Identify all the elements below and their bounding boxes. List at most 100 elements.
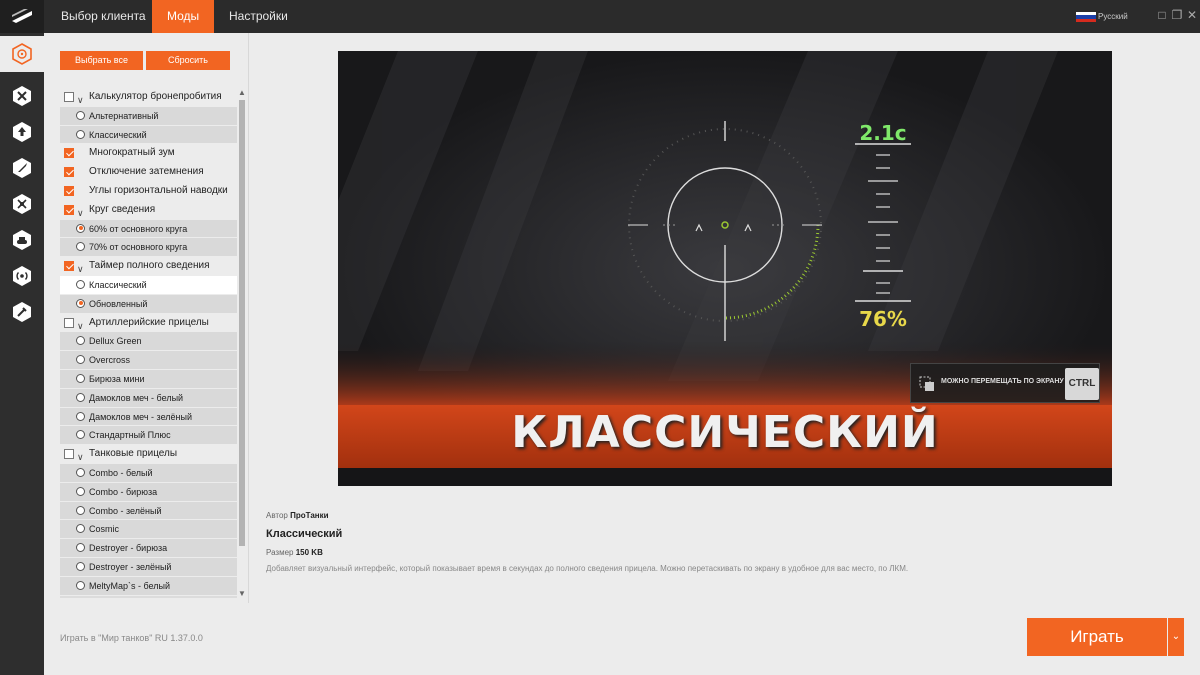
logo-icon: [12, 9, 32, 23]
play-dropdown-button[interactable]: ⌄: [1168, 618, 1184, 656]
mod-radio[interactable]: [76, 580, 85, 590]
mod-group[interactable]: Углы горизонтальной наводки: [60, 181, 237, 201]
rail-tank[interactable]: [0, 222, 44, 258]
timer-readout: 2.1с: [859, 121, 906, 145]
mod-option[interactable]: Классический: [60, 275, 237, 295]
mod-group[interactable]: Многократный зум: [60, 144, 237, 164]
close-icon[interactable]: ✕: [1185, 8, 1199, 22]
rail-repair[interactable]: [0, 186, 44, 222]
mod-checkbox[interactable]: [64, 148, 74, 159]
mod-option[interactable]: Альтернативный: [60, 106, 237, 126]
tab-client-select[interactable]: Выбор клиента: [46, 0, 161, 33]
tab-settings[interactable]: Настройки: [214, 0, 303, 33]
tab-mods[interactable]: Моды: [152, 0, 215, 33]
rail-rocket[interactable]: [0, 150, 44, 186]
mod-option[interactable]: Destroyer - бирюза: [60, 539, 237, 558]
play-button[interactable]: Играть: [1027, 618, 1167, 656]
mod-checkbox[interactable]: [64, 317, 74, 328]
top-bar: Выбор клиента Моды Настройки Русский □ ❐…: [0, 0, 1200, 33]
mod-label: Круг сведения: [89, 203, 156, 215]
mod-label: Дамоклов меч - зелёный: [89, 411, 193, 422]
mod-size: Размер 150 KB: [266, 548, 323, 557]
mod-option[interactable]: Бирюза мини: [60, 369, 237, 389]
mod-radio[interactable]: [76, 430, 85, 440]
mod-radio[interactable]: [76, 467, 85, 477]
mod-label: Combo - бирюза: [89, 486, 158, 497]
mod-radio[interactable]: [76, 242, 85, 252]
rail-crosshair[interactable]: [0, 36, 44, 72]
percent-readout: 76%: [859, 307, 907, 331]
mod-description: Добавляет визуальный интерфейс, который …: [266, 564, 909, 573]
mod-label: 60% от основного круга: [89, 223, 188, 234]
mod-group[interactable]: ∨ Артиллерийские прицелы: [60, 313, 237, 333]
mod-radio[interactable]: [76, 373, 85, 383]
mod-radio[interactable]: [76, 392, 85, 402]
mod-option[interactable]: Стандартный Плюс: [60, 426, 237, 446]
rail-wrench[interactable]: [0, 294, 44, 330]
mod-group[interactable]: ∨ Танковые прицелы: [60, 445, 237, 464]
mod-option[interactable]: Overcross: [60, 351, 237, 370]
mod-label: Артиллерийские прицелы: [89, 316, 209, 328]
mod-radio[interactable]: [76, 279, 85, 289]
minimize-icon[interactable]: □: [1155, 8, 1169, 22]
rail-upload[interactable]: [0, 114, 44, 150]
mod-checkbox[interactable]: [64, 92, 74, 102]
mod-checkbox[interactable]: [64, 185, 74, 196]
reset-button[interactable]: Сбросить: [146, 51, 230, 70]
mod-radio[interactable]: [76, 524, 85, 534]
mod-radio[interactable]: [76, 411, 85, 421]
mod-option[interactable]: Combo - зелёный: [60, 501, 237, 521]
flag-icon: [1076, 12, 1096, 22]
scroll-down-icon[interactable]: ▼: [237, 589, 247, 598]
mod-label: 70% от основного круга: [89, 242, 188, 253]
mod-radio[interactable]: [76, 336, 85, 346]
mod-option[interactable]: Combo - белый: [60, 463, 237, 483]
mod-label: Destroyer - зелёный: [89, 561, 172, 572]
mod-option[interactable]: Дамоклов меч - белый: [60, 388, 237, 408]
mod-checkbox[interactable]: [64, 204, 74, 215]
mod-option[interactable]: Combo - бирюза: [60, 482, 237, 502]
mod-option[interactable]: Обновленный: [60, 294, 237, 314]
mod-label: Классический: [89, 129, 147, 140]
move-icon: [919, 376, 934, 391]
mod-radio[interactable]: [76, 223, 85, 233]
mod-label: Отключение затемнения: [89, 166, 204, 178]
rail-tools[interactable]: [0, 78, 44, 114]
mod-group[interactable]: Отключение затемнения: [60, 163, 237, 182]
mod-group[interactable]: ∨ Круг сведения: [60, 200, 237, 220]
mods-scrollbar[interactable]: ▲ ▼: [237, 88, 247, 598]
mod-option[interactable]: Дамоклов меч - зелёный: [60, 407, 237, 427]
scroll-up-icon[interactable]: ▲: [237, 88, 247, 97]
mod-option[interactable]: Классический: [60, 125, 237, 145]
mod-option[interactable]: Destroyer - зелёный: [60, 557, 237, 577]
mod-radio[interactable]: [76, 355, 85, 365]
mod-checkbox[interactable]: [64, 449, 74, 460]
mods-list: ∨ Калькулятор бронепробития Альтернативный…: [60, 88, 237, 598]
mod-radio[interactable]: [76, 486, 85, 496]
restore-icon[interactable]: ❐: [1170, 8, 1184, 22]
mod-label: Углы горизонтальной наводки: [89, 184, 228, 196]
mod-option[interactable]: MeltyMap`s - белый: [60, 576, 237, 596]
radio-icon: [13, 266, 31, 286]
mod-option[interactable]: 60% от основного круга: [60, 219, 237, 239]
tools-icon: [13, 86, 31, 106]
mod-radio[interactable]: [76, 561, 85, 571]
mod-option[interactable]: 70% от основного круга: [60, 238, 237, 258]
mod-radio[interactable]: [76, 543, 85, 553]
rail-radio[interactable]: [0, 258, 44, 294]
select-all-button[interactable]: Выбрать все: [60, 51, 143, 70]
app-logo: [0, 0, 44, 33]
tank-icon: [13, 230, 31, 250]
mod-option[interactable]: Dellux Green: [60, 332, 237, 352]
mod-radio[interactable]: [76, 110, 85, 120]
mod-checkbox[interactable]: [64, 167, 74, 178]
mod-checkbox[interactable]: [64, 261, 74, 272]
mod-radio[interactable]: [76, 298, 85, 308]
preview-title: КЛАССИЧЕСКИЙ: [511, 407, 939, 458]
mod-radio[interactable]: [76, 129, 85, 139]
mod-radio[interactable]: [76, 505, 85, 515]
mod-group[interactable]: ∨ Калькулятор бронепробития: [60, 88, 237, 107]
mod-option[interactable]: Cosmic: [60, 520, 237, 540]
mod-group[interactable]: ∨ Таймер полного сведения: [60, 257, 237, 276]
scroll-thumb[interactable]: [239, 100, 245, 546]
